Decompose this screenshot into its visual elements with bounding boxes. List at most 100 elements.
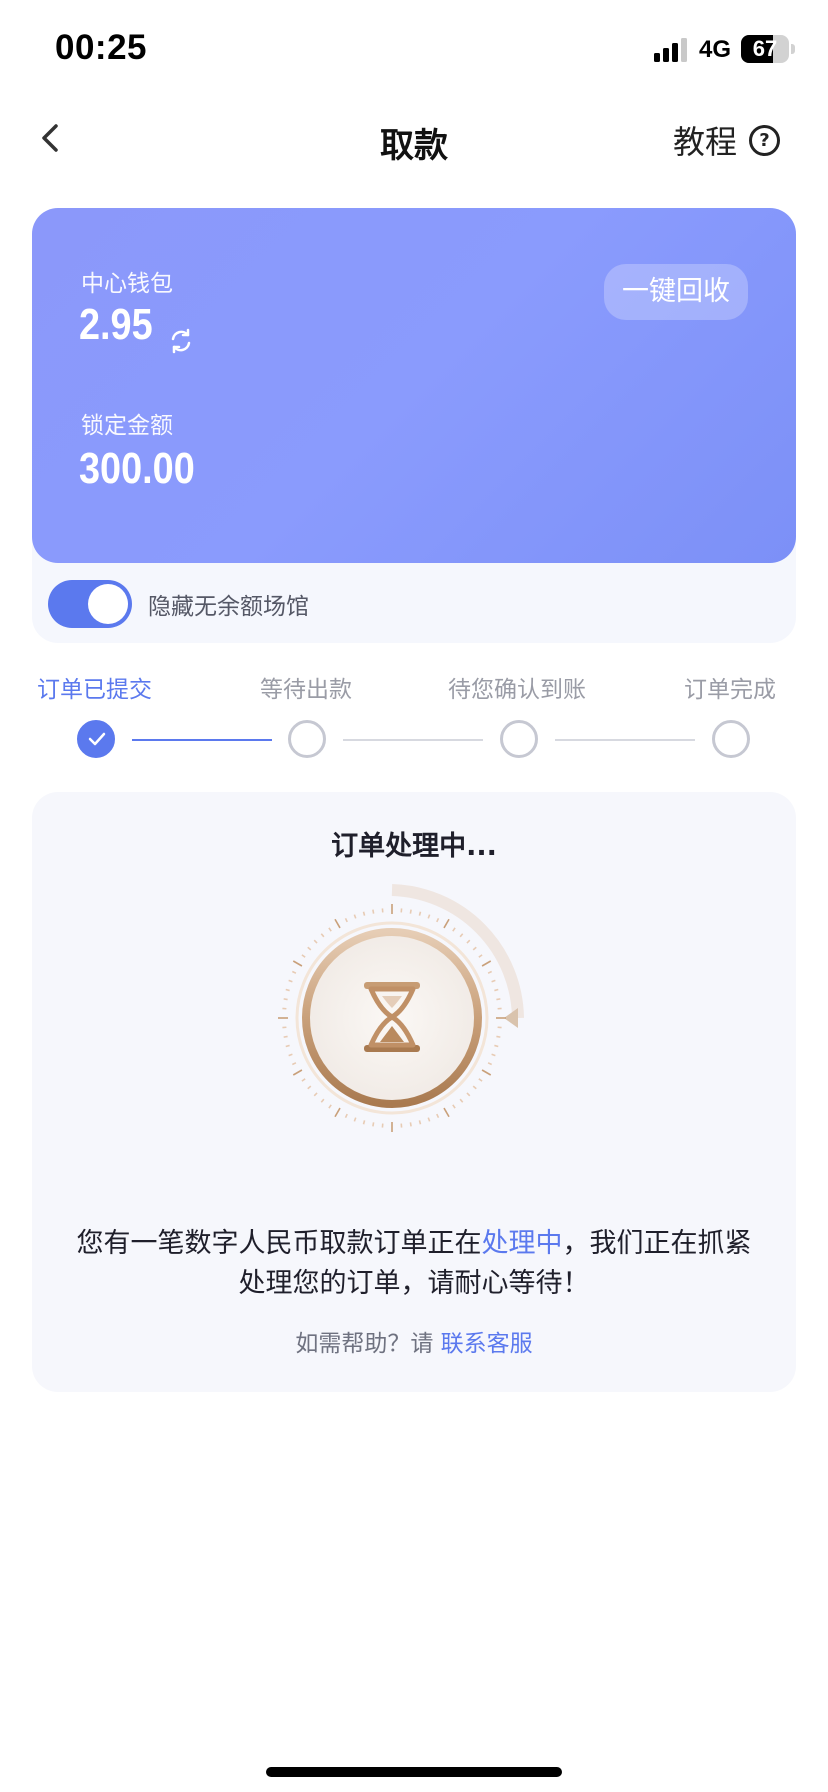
dial-tick [320, 1098, 325, 1103]
refresh-icon[interactable] [166, 326, 196, 356]
order-processing-message: 您有一笔数字人民币取款订单正在处理中，我们正在抓紧处理您的订单，请耐心等待！ [72, 1224, 756, 1304]
step-label-awaiting-payout: 等待出款 [260, 677, 352, 703]
locked-amount-label: 锁定金额 [81, 413, 173, 439]
locked-amount-value: 300.00 [79, 444, 195, 493]
dial-tick [452, 1104, 456, 1109]
dial-tick [328, 1104, 332, 1109]
dial-tick [320, 933, 325, 938]
progress-steps: 订单已提交 等待出款 待您确认到账 订单完成 [0, 660, 828, 770]
dial-tick [496, 1035, 501, 1038]
order-status-panel: 订单处理中... 您有一笔数字人民币取款订单正在处理中，我们正在抓紧处理您的订单… [32, 792, 796, 1392]
dial-tick [285, 1044, 290, 1048]
hide-empty-venues-toggle[interactable] [48, 580, 132, 628]
help-prefix: 如需帮助？请 [295, 1331, 434, 1357]
dial-tick [328, 927, 332, 932]
step-circle-confirm-receipt [500, 720, 538, 758]
dial-tick [372, 1122, 375, 1127]
step-circle-awaiting-payout [288, 720, 326, 758]
dial-tick [481, 960, 492, 967]
dial-tick [494, 988, 499, 992]
dial-tick [283, 998, 288, 1001]
dial-tick [291, 1062, 297, 1066]
hourglass-icon [278, 884, 524, 1132]
dial-tick [418, 1120, 422, 1125]
dial-tick [313, 1092, 318, 1097]
dial-tick [334, 1107, 341, 1118]
step-label-complete: 订单完成 [684, 677, 776, 703]
panel-title: 订单处理中... [331, 831, 497, 862]
dial-tick [491, 979, 496, 983]
dial-tick [301, 954, 306, 958]
dial-tick [288, 979, 293, 983]
dial-tick [443, 918, 450, 929]
help-line: 如需帮助？请 联系客服 [32, 1324, 796, 1358]
dial-tick [353, 1117, 357, 1122]
dial-tick [481, 1069, 492, 1076]
dial-tick [301, 1078, 306, 1082]
step-connector [555, 739, 695, 741]
step-connector [343, 739, 483, 741]
dial-tick [427, 914, 431, 919]
step-label-confirm-receipt: 待您确认到账 [448, 677, 586, 703]
dial-tick [472, 1085, 477, 1090]
dial-tick [409, 1122, 412, 1127]
dial-tick [478, 954, 483, 958]
dial-tick [494, 1044, 499, 1048]
dial-tick [478, 1078, 483, 1082]
toggle-knob [88, 584, 128, 624]
dial-tick [466, 939, 471, 944]
dial-tick [344, 1113, 348, 1119]
tutorial-label: 教程 [672, 123, 737, 161]
dial-tick [292, 960, 303, 967]
tutorial-link[interactable]: 教程 ? [672, 120, 780, 161]
dial-tick [466, 1092, 471, 1097]
dial-tick [491, 1053, 496, 1057]
home-indicator [266, 1767, 562, 1777]
help-circle-icon: ? [749, 124, 780, 156]
network-label: 4G [699, 36, 732, 63]
center-wallet-label: 中心钱包 [81, 271, 173, 297]
dial-tick [472, 946, 477, 951]
one-click-recycle-button[interactable]: 一键回收 [604, 264, 748, 320]
wallet-card: 中心钱包 2.95 一键回收 锁定金额 300.00 [32, 208, 796, 563]
dial-tick [334, 918, 341, 929]
dial-tick [283, 1035, 288, 1038]
dial-tick [288, 1053, 293, 1057]
step-circle-complete [712, 720, 750, 758]
dial-tick [459, 933, 464, 938]
step-circle-submitted [77, 720, 115, 758]
dial-tick [362, 1120, 366, 1125]
dial-tick [427, 1117, 431, 1122]
dial-tick [436, 917, 440, 923]
dial-tick [291, 970, 297, 974]
step-label-submitted: 订单已提交 [37, 677, 152, 703]
dial-tick [496, 998, 501, 1001]
status-time: 00:25 [55, 28, 148, 67]
dial-tick [459, 1098, 464, 1103]
dial-tick [307, 1085, 312, 1090]
dial-tick [487, 970, 493, 974]
center-wallet-balance: 2.95 [79, 300, 153, 349]
hide-empty-venues-row: 隐藏无余额场馆 [48, 580, 309, 628]
dial-tick [344, 917, 348, 923]
dial-tick [292, 1069, 303, 1076]
dial-tick [372, 909, 375, 914]
status-bar: 00:25 4G 67 [0, 0, 828, 100]
contact-support-link[interactable]: 联系客服 [441, 1331, 533, 1357]
nav-bar: 取款 教程 ? [0, 100, 828, 180]
battery-icon: 67 [741, 35, 789, 63]
dial-tick [409, 909, 412, 914]
dial-tick [443, 1107, 450, 1118]
message-highlight: 处理中 [481, 1228, 563, 1259]
hide-empty-venues-label: 隐藏无余额场馆 [148, 594, 309, 620]
dial-tick [362, 911, 366, 916]
dial-tick [285, 988, 290, 992]
dial-tick [307, 946, 312, 951]
step-connector [132, 739, 272, 741]
dial-tick [353, 914, 357, 919]
battery-percent: 67 [752, 36, 778, 61]
dial-tick [418, 911, 422, 916]
message-text: 您有一笔数字人民币取款订单正在 [76, 1228, 482, 1259]
dial-tick [487, 1062, 493, 1066]
wallet-section: 中心钱包 2.95 一键回收 锁定金额 300.00 隐藏无余额场馆 [32, 208, 796, 643]
